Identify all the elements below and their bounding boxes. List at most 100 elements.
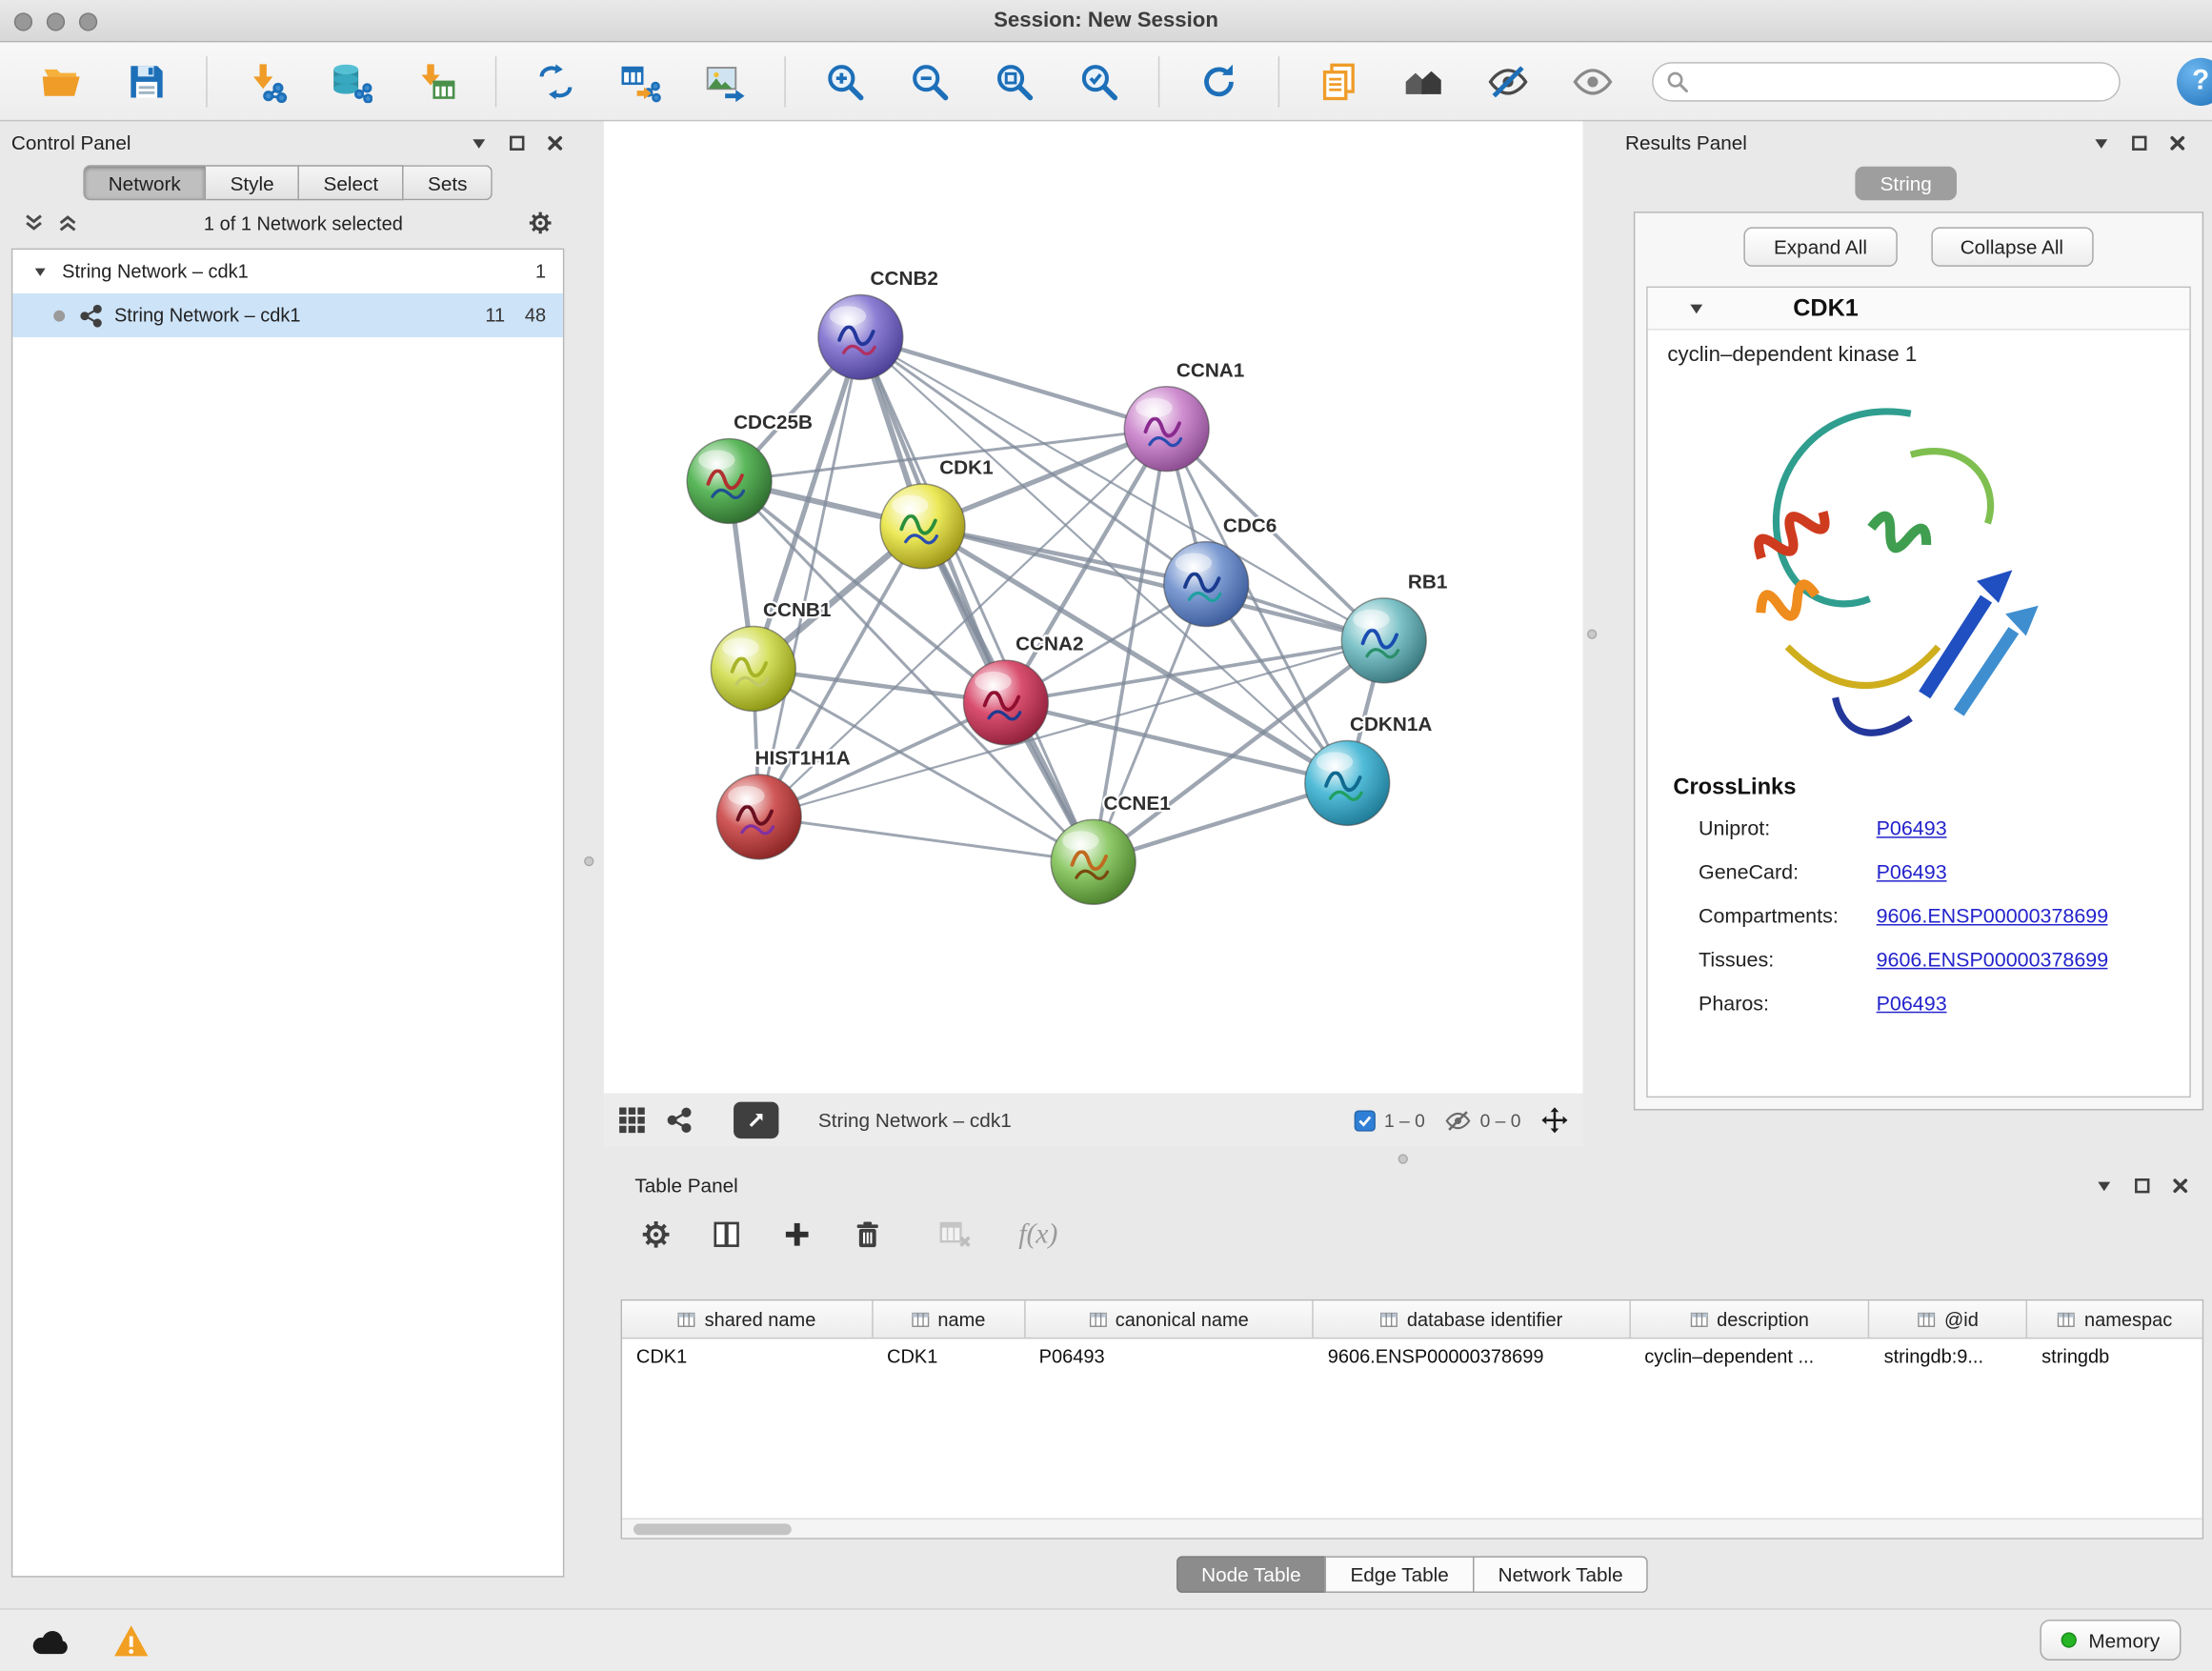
cell-canonical-name: P06493 bbox=[1025, 1339, 1314, 1377]
column-header-name[interactable]: name bbox=[873, 1300, 1025, 1338]
search-input[interactable] bbox=[1652, 61, 2121, 100]
expand-all-button[interactable]: Expand All bbox=[1744, 227, 1897, 266]
panel-menu-icon[interactable] bbox=[470, 133, 488, 151]
application-window: Session: New Session ? Control bbox=[0, 0, 2212, 1671]
string-results-box: Expand All Collapse All CDK1 cyclin–depe… bbox=[1634, 211, 2203, 1110]
memory-button[interactable]: Memory bbox=[2041, 1620, 2181, 1661]
delete-column-button[interactable] bbox=[850, 1217, 887, 1254]
toolbar-separator bbox=[206, 55, 207, 106]
annotations-button[interactable] bbox=[1314, 55, 1364, 106]
network-node-CDKN1A[interactable]: CDKN1A bbox=[1305, 714, 1433, 825]
column-type-icon bbox=[1089, 1310, 1107, 1328]
tab-string[interactable]: String bbox=[1855, 167, 1957, 201]
zoom-selected-button[interactable] bbox=[1074, 55, 1124, 106]
export-network-button[interactable] bbox=[734, 1102, 778, 1139]
column-header-database-identifier[interactable]: database identifier bbox=[1314, 1300, 1631, 1338]
table-options-button[interactable] bbox=[637, 1217, 674, 1254]
close-panel-icon[interactable] bbox=[2171, 1176, 2189, 1194]
import-network-database-button[interactable] bbox=[326, 55, 376, 106]
column-header-id[interactable]: @id bbox=[1870, 1300, 2028, 1338]
network-node-CCNA1[interactable]: CCNA1 bbox=[1124, 359, 1244, 471]
tab-network[interactable]: Network bbox=[83, 165, 206, 200]
column-header-canonical-name[interactable]: canonical name bbox=[1025, 1300, 1314, 1338]
column-type-icon bbox=[1918, 1310, 1936, 1328]
network-graph[interactable]: CCNB2CCNA1CDC25BCDK1CDC6RB1CCNB1CCNA2CDK… bbox=[604, 121, 1583, 1093]
show-graphics-details-button[interactable] bbox=[1567, 55, 1618, 106]
network-row[interactable]: String Network – cdk1 11 48 bbox=[12, 293, 563, 337]
hide-panels-button[interactable] bbox=[1482, 55, 1533, 106]
tab-sets[interactable]: Sets bbox=[404, 165, 493, 200]
collapse-caret-icon[interactable] bbox=[32, 264, 48, 279]
column-header-description[interactable]: description bbox=[1631, 1300, 1870, 1338]
help-button[interactable]: ? bbox=[2177, 57, 2212, 105]
collapse-section-icon[interactable] bbox=[1687, 299, 1705, 317]
show-all-panels-button[interactable] bbox=[1398, 55, 1449, 106]
close-window-button[interactable] bbox=[14, 12, 32, 30]
network-node-CDC25B[interactable]: CDC25B bbox=[687, 412, 813, 523]
crosslink-pharos-link[interactable]: P06493 bbox=[1877, 993, 1947, 1016]
close-panel-icon[interactable] bbox=[546, 133, 564, 151]
panel-menu-icon[interactable] bbox=[2095, 1176, 2113, 1194]
tab-node-table[interactable]: Node Table bbox=[1176, 1556, 1326, 1593]
bottom-splitter-handle[interactable] bbox=[1398, 1154, 1408, 1163]
crosslink-tissues-link[interactable]: 9606.ENSP00000378699 bbox=[1877, 949, 2109, 972]
left-splitter-handle[interactable] bbox=[584, 856, 593, 866]
import-table-file-button[interactable] bbox=[411, 55, 461, 106]
network-node-CCNB2[interactable]: CCNB2 bbox=[818, 268, 938, 379]
clone-network-button[interactable] bbox=[531, 55, 581, 106]
hidden-eye-icon[interactable] bbox=[1445, 1107, 1472, 1134]
show-columns-button[interactable] bbox=[708, 1217, 745, 1254]
collapse-all-button[interactable]: Collapse All bbox=[1931, 227, 2094, 266]
network-node-HIST1H1A[interactable]: HIST1H1A bbox=[716, 748, 850, 859]
zoom-in-button[interactable] bbox=[819, 55, 870, 106]
collapse-all-networks-icon[interactable] bbox=[56, 211, 79, 234]
scrollbar-thumb[interactable] bbox=[633, 1523, 792, 1535]
create-column-button[interactable] bbox=[778, 1217, 815, 1254]
collection-row[interactable]: String Network – cdk1 1 bbox=[12, 250, 563, 293]
close-panel-icon[interactable] bbox=[2168, 133, 2186, 151]
new-network-from-table-button[interactable] bbox=[615, 55, 666, 106]
node-table: shared name name canonical name database… bbox=[621, 1299, 2204, 1540]
network-node-CDK1[interactable]: CDK1 bbox=[880, 457, 994, 569]
maximize-window-button[interactable] bbox=[79, 12, 97, 30]
image-icon bbox=[704, 60, 746, 102]
float-panel-icon[interactable] bbox=[508, 133, 526, 151]
selected-checkbox-icon[interactable] bbox=[1355, 1110, 1376, 1131]
pan-move-icon[interactable] bbox=[1540, 1106, 1569, 1135]
crosslink-compartments-link[interactable]: 9606.ENSP00000378699 bbox=[1877, 905, 2109, 928]
expand-all-networks-icon[interactable] bbox=[23, 211, 46, 234]
crosslink-genecard-link[interactable]: P06493 bbox=[1877, 861, 1947, 884]
network-view[interactable]: CCNB2CCNA1CDC25BCDK1CDC6RB1CCNB1CCNA2CDK… bbox=[604, 121, 1583, 1093]
horizontal-scrollbar[interactable] bbox=[622, 1518, 2202, 1538]
cloud-icon[interactable] bbox=[31, 1624, 70, 1656]
export-image-button[interactable] bbox=[700, 55, 751, 106]
zoom-fit-button[interactable] bbox=[989, 55, 1039, 106]
open-session-button[interactable] bbox=[37, 55, 88, 106]
birds-eye-view-icon[interactable] bbox=[618, 1106, 647, 1135]
right-splitter-handle[interactable] bbox=[1587, 629, 1597, 638]
apply-layout-button[interactable] bbox=[1194, 55, 1244, 106]
table-row[interactable]: CDK1 CDK1 P06493 9606.ENSP00000378699 cy… bbox=[622, 1339, 2202, 1377]
network-options-gear-icon[interactable] bbox=[528, 211, 553, 236]
crosslink-uniprot-link[interactable]: P06493 bbox=[1877, 817, 1947, 840]
network-share-icon[interactable] bbox=[666, 1106, 694, 1135]
column-header-shared-name[interactable]: shared name bbox=[622, 1300, 873, 1338]
tab-edge-table[interactable]: Edge Table bbox=[1325, 1556, 1475, 1593]
tab-network-table[interactable]: Network Table bbox=[1473, 1556, 1648, 1593]
tab-select[interactable]: Select bbox=[299, 165, 403, 200]
cell-namespace: stringdb bbox=[2027, 1339, 2202, 1377]
panel-menu-icon[interactable] bbox=[2092, 133, 2110, 151]
warning-icon[interactable] bbox=[112, 1623, 150, 1658]
zoom-out-button[interactable] bbox=[904, 55, 955, 106]
table-panel: Table Panel f(x) shared name name canoni… bbox=[621, 1170, 2204, 1601]
float-panel-icon[interactable] bbox=[2130, 133, 2148, 151]
network-node-RB1[interactable]: RB1 bbox=[1341, 572, 1447, 683]
column-type-icon bbox=[911, 1310, 929, 1328]
network-node-CCNB1[interactable]: CCNB1 bbox=[711, 599, 831, 711]
minimize-window-button[interactable] bbox=[47, 12, 65, 30]
save-session-button[interactable] bbox=[121, 55, 171, 106]
import-network-file-button[interactable] bbox=[241, 55, 292, 106]
tab-style[interactable]: Style bbox=[206, 165, 299, 200]
column-header-namespace[interactable]: namespac bbox=[2027, 1300, 2202, 1338]
float-panel-icon[interactable] bbox=[2133, 1176, 2151, 1194]
